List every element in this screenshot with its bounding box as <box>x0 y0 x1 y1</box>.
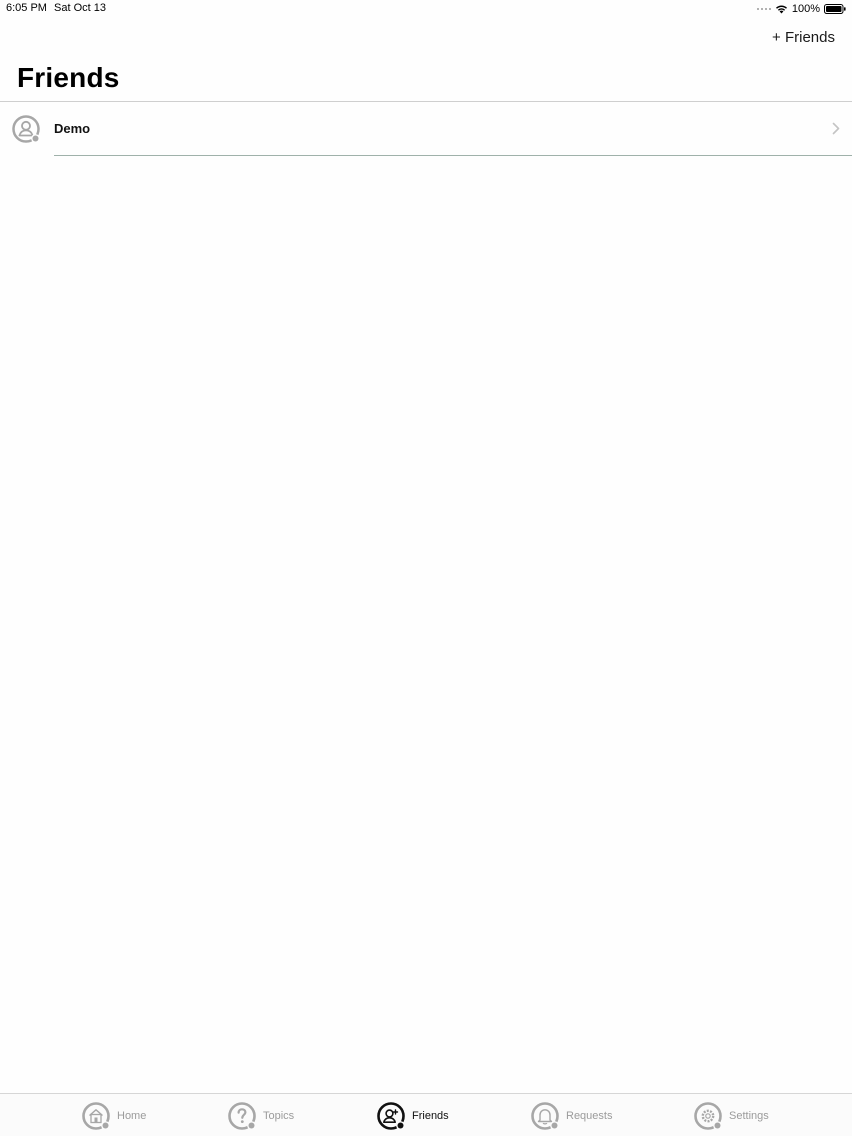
tab-home[interactable]: Home <box>81 1100 146 1132</box>
question-icon <box>228 1102 256 1130</box>
chevron-right-icon <box>832 122 840 135</box>
home-icon <box>82 1102 110 1130</box>
add-friends-button[interactable]: + Friends <box>772 29 835 46</box>
battery-icon <box>824 4 846 14</box>
friends-icon <box>377 1102 405 1130</box>
friend-name: Demo <box>54 121 91 136</box>
tab-settings[interactable]: Settings <box>693 1100 769 1132</box>
tab-label-requests: Requests <box>566 1110 613 1122</box>
tab-label-home: Home <box>117 1110 147 1122</box>
tab-topics[interactable]: Topics <box>227 1100 294 1132</box>
row-separator <box>54 155 852 156</box>
tab-bar: Home Topics Friends Requests Settings <box>0 1093 852 1136</box>
signal-icon <box>756 7 771 11</box>
battery-percentage: 100% <box>791 3 820 15</box>
status-time: 6:05 PM <box>6 2 47 14</box>
tab-label-topics: Topics <box>263 1110 295 1122</box>
app-screen: 6:05 PM Sat Oct 13 100% + Friends Friend… <box>0 0 852 1136</box>
status-date: Sat Oct 13 <box>54 2 106 14</box>
person-badge-icon <box>12 115 40 143</box>
gear-icon <box>694 1102 722 1130</box>
tab-requests[interactable]: Requests <box>530 1100 612 1132</box>
tab-label-settings: Settings <box>729 1110 769 1122</box>
status-bar: 6:05 PM Sat Oct 13 100% <box>0 0 852 18</box>
bell-icon <box>531 1102 559 1130</box>
friend-list-item[interactable]: Demo <box>0 102 852 155</box>
wifi-icon <box>775 5 787 14</box>
tab-friends[interactable]: Friends <box>376 1100 449 1132</box>
page-title: Friends <box>17 62 120 93</box>
status-indicators: 100% <box>756 1 846 17</box>
tab-label-friends: Friends <box>412 1110 449 1122</box>
